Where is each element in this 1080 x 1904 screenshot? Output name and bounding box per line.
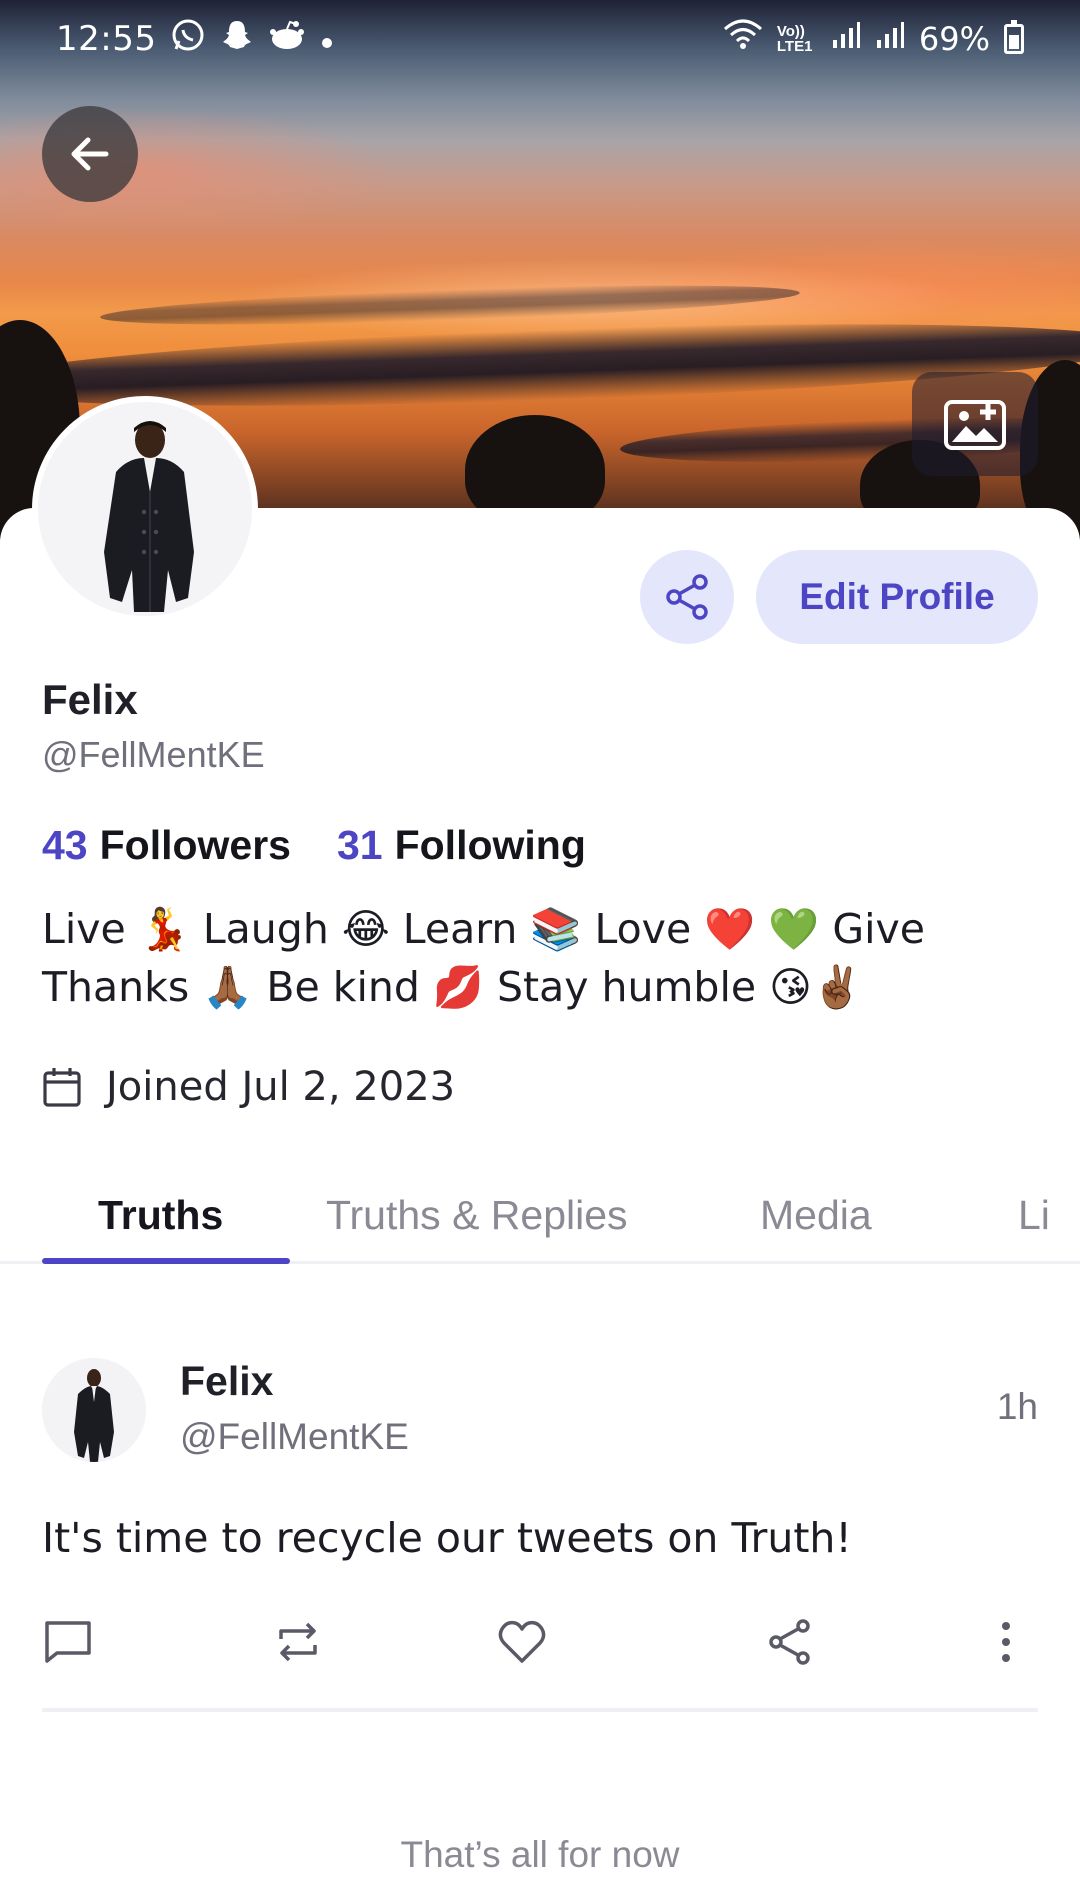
add-photo-icon [944, 400, 1006, 450]
profile-display-name: Felix [42, 676, 138, 723]
retruth-icon [279, 1622, 317, 1662]
back-button[interactable] [42, 106, 138, 202]
feed-end-message: That’s all for now [400, 1834, 680, 1875]
post-body: It's time to recycle our tweets on Truth… [42, 1514, 852, 1562]
wifi-icon [723, 19, 763, 60]
share-profile-button[interactable] [640, 550, 734, 644]
more-icon [1002, 1622, 1010, 1662]
following-link[interactable]: 31 Following [337, 822, 586, 869]
snapchat-icon [220, 18, 254, 61]
status-bar: 12:55 Vo)) LTE1 69% [0, 0, 1080, 78]
arrow-left-icon [71, 137, 109, 171]
volte-icon: Vo)) LTE1 [776, 23, 813, 55]
post-timestamp: 1h [996, 1386, 1038, 1427]
profile-bio: Live 💃 Laugh 😂 Learn 📚 Love ❤️ 💚 Give Th… [42, 905, 926, 1011]
followers-link[interactable]: 43 Followers [42, 822, 291, 869]
active-tab-indicator [42, 1258, 290, 1264]
reply-button[interactable] [38, 1612, 98, 1672]
post-actions [0, 1612, 1080, 1672]
retruth-button[interactable] [268, 1612, 328, 1672]
followers-count: 43 [42, 822, 88, 868]
battery-icon [1004, 20, 1024, 54]
share-post-button[interactable] [760, 1612, 820, 1672]
post-divider [42, 1708, 1038, 1712]
tab-media[interactable]: Media [760, 1192, 872, 1239]
person-photo [42, 1358, 146, 1462]
reddit-icon [268, 18, 306, 61]
signal-icon [831, 20, 861, 59]
following-label: Following [394, 822, 586, 868]
battery-percent: 69% [918, 20, 990, 58]
tab-likes[interactable]: Li [1018, 1192, 1050, 1239]
like-button[interactable] [492, 1612, 552, 1672]
share-icon [769, 1619, 810, 1665]
joined-date-row: Joined Jul 2, 2023 [42, 1064, 455, 1110]
calendar-icon [43, 1068, 81, 1107]
status-time: 12:55 [56, 19, 157, 59]
profile-tabs: Truths Truths & Replies Media Li [0, 1180, 1080, 1264]
profile-stats: 43 Followers 31 Following [42, 822, 586, 869]
profile-avatar[interactable] [32, 396, 258, 622]
whatsapp-icon [170, 17, 206, 62]
joined-date: Joined Jul 2, 2023 [106, 1064, 456, 1110]
status-notification-icons [170, 17, 334, 62]
followers-label: Followers [99, 822, 291, 868]
share-icon [666, 574, 708, 620]
person-photo [38, 402, 252, 616]
dot-icon [320, 20, 334, 59]
tab-truths-replies[interactable]: Truths & Replies [326, 1192, 628, 1239]
post-author-name: Felix [180, 1358, 274, 1404]
more-options-button[interactable] [976, 1612, 1036, 1672]
tab-truths[interactable]: Truths [98, 1192, 223, 1239]
following-count: 31 [336, 822, 383, 868]
post-avatar[interactable] [42, 1358, 146, 1462]
cover-cloud [99, 277, 801, 333]
reply-icon [45, 1621, 91, 1663]
edit-profile-button[interactable]: Edit Profile [756, 550, 1038, 644]
post-author-handle: @FellMentKE [180, 1416, 409, 1457]
like-icon [498, 1620, 546, 1663]
profile-handle: @FellMentKE [42, 734, 265, 775]
change-cover-photo-button[interactable] [912, 372, 1038, 476]
signal-icon [875, 20, 905, 59]
